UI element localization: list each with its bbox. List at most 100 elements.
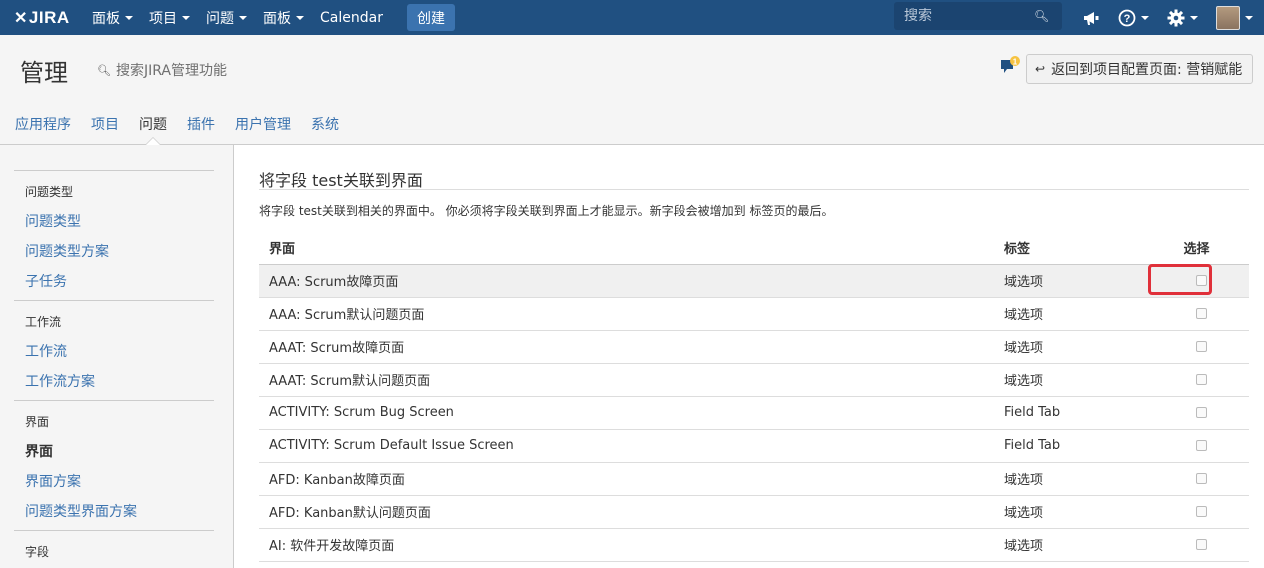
search-icon: 🔍︎: [97, 63, 111, 77]
jira-logo-text: JIRA: [28, 7, 70, 27]
chevron-down-icon: [239, 15, 247, 20]
search-icon[interactable]: 🔍︎: [1034, 9, 1049, 23]
screen-tab: 域选项: [994, 363, 1144, 397]
chevron-down-icon: [1245, 15, 1253, 20]
megaphone-icon[interactable]: [1082, 0, 1102, 35]
screen-name: AAAT: Scrum默认问题页面: [259, 363, 994, 397]
screen-tab: 域选项: [994, 528, 1144, 562]
search-input[interactable]: [894, 8, 1034, 24]
settings-menu[interactable]: [1167, 0, 1198, 35]
admin-search[interactable]: 🔍︎ 搜索JIRA管理功能: [97, 60, 227, 80]
select-checkbox[interactable]: [1196, 440, 1207, 451]
screen-name: AAA: Scrum故障页面: [259, 264, 994, 298]
tab-system[interactable]: 系统: [311, 104, 339, 144]
quick-search: 🔍︎: [894, 2, 1062, 30]
page-description: 将字段 test关联到相关的界面中。 你必须将字段关联到界面上才能显示。新字段会…: [259, 204, 834, 218]
screens-table: 界面 标签 选择 AAA: Scrum故障页面 域选项 AAA: Scrum默认…: [259, 232, 1249, 562]
nav-label: 面板: [92, 10, 120, 27]
notification-icon[interactable]: 1: [1000, 56, 1020, 74]
sidebar-item-workflow-schemes[interactable]: 工作流方案: [25, 371, 95, 391]
nav-projects[interactable]: 项目: [141, 0, 198, 35]
user-menu[interactable]: [1216, 0, 1253, 35]
select-checkbox[interactable]: [1196, 539, 1207, 550]
gear-icon: [1167, 9, 1185, 26]
sidebar-divider: [14, 400, 214, 401]
select-checkbox[interactable]: [1196, 308, 1207, 319]
sidebar-item-issue-type-screen-schemes[interactable]: 问题类型界面方案: [25, 501, 137, 521]
sidebar-item-issue-type-schemes[interactable]: 问题类型方案: [25, 241, 109, 261]
back-button-label: 返回到项目配置页面: 营销赋能: [1051, 62, 1243, 78]
back-arrow-icon: ↩: [1035, 62, 1046, 76]
nav-label: 问题: [206, 10, 234, 27]
chevron-down-icon: [1190, 15, 1198, 20]
jira-logo[interactable]: ✕ JIRA: [0, 0, 84, 35]
select-checkbox[interactable]: [1196, 506, 1207, 517]
sidebar-item-workflows[interactable]: 工作流: [25, 341, 67, 361]
admin-header: 管理 🔍︎ 搜索JIRA管理功能 1 ↩ 返回到项目配置页面: 营销赋能: [0, 35, 1264, 104]
sidebar-heading-workflows: 工作流: [25, 315, 62, 329]
admin-sidebar: 问题类型 问题类型 问题类型方案 子任务 工作流 工作流 工作流方案 界面 界面…: [0, 145, 234, 568]
select-checkbox[interactable]: [1196, 473, 1207, 484]
jira-logo-icon: ✕: [14, 9, 28, 27]
sidebar-heading-screens: 界面: [25, 415, 50, 429]
nav-issues[interactable]: 问题: [198, 0, 255, 35]
table-row: AAA: Scrum默认问题页面 域选项: [259, 297, 1249, 331]
admin-tabs: 应用程序 项目 问题 插件 用户管理 系统: [0, 104, 1264, 145]
screen-name: AI: 软件开发故障页面: [259, 528, 994, 562]
table-row: ACTIVITY: Scrum Default Issue Screen Fie…: [259, 429, 1249, 463]
tab-user-management[interactable]: 用户管理: [235, 104, 291, 144]
tab-projects[interactable]: 项目: [91, 104, 119, 144]
select-cell: [1144, 528, 1249, 562]
help-icon: ?: [1118, 9, 1136, 26]
select-checkbox[interactable]: [1196, 341, 1207, 352]
create-button[interactable]: 创建: [406, 4, 455, 31]
table-row: AAAT: Scrum故障页面 域选项: [259, 330, 1249, 364]
nav-calendar[interactable]: Calendar: [312, 0, 391, 35]
column-header-select: 选择: [1144, 232, 1249, 265]
table-row: ACTIVITY: Scrum Bug Screen Field Tab: [259, 396, 1249, 430]
screen-name: ACTIVITY: Scrum Bug Screen: [259, 396, 994, 430]
svg-text:?: ?: [1124, 13, 1131, 25]
chevron-down-icon: [1141, 15, 1149, 20]
select-checkbox[interactable]: [1196, 407, 1207, 418]
screen-tab: 域选项: [994, 297, 1144, 331]
back-to-project-config-button[interactable]: ↩ 返回到项目配置页面: 营销赋能: [1026, 54, 1254, 84]
heading-divider: [259, 189, 1249, 190]
tab-issues[interactable]: 问题: [139, 104, 167, 145]
screen-name: AAA: Scrum默认问题页面: [259, 297, 994, 331]
select-cell: [1144, 429, 1249, 463]
sidebar-heading-issue-types: 问题类型: [25, 185, 74, 199]
nav-label: 项目: [149, 10, 177, 27]
table-row: AFD: Kanban默认问题页面 域选项: [259, 495, 1249, 529]
sidebar-divider: [14, 530, 214, 531]
nav-boards[interactable]: 面板: [255, 0, 312, 35]
help-menu[interactable]: ?: [1118, 0, 1149, 35]
notification-count: 1: [1013, 57, 1018, 66]
nav-dashboards[interactable]: 面板: [84, 0, 141, 35]
top-navigation: ✕ JIRA 面板 项目 问题 面板 Calendar 创建 🔍︎ ?: [0, 0, 1264, 35]
screen-tab: 域选项: [994, 495, 1144, 529]
chevron-down-icon: [296, 15, 304, 20]
table-row: AAAT: Scrum默认问题页面 域选项: [259, 363, 1249, 397]
screen-tab: 域选项: [994, 264, 1144, 298]
select-checkbox[interactable]: [1196, 374, 1207, 385]
sidebar-item-screen-schemes[interactable]: 界面方案: [25, 471, 81, 491]
select-checkbox[interactable]: [1196, 275, 1207, 286]
sidebar-item-subtasks[interactable]: 子任务: [25, 271, 67, 291]
chevron-down-icon: [125, 15, 133, 20]
sidebar-item-screens[interactable]: 界面: [25, 441, 53, 461]
sidebar-item-issue-types[interactable]: 问题类型: [25, 211, 81, 231]
screen-name: AAAT: Scrum故障页面: [259, 330, 994, 364]
screen-name: AFD: Kanban故障页面: [259, 462, 994, 496]
screen-tab: 域选项: [994, 462, 1144, 496]
screen-name: ACTIVITY: Scrum Default Issue Screen: [259, 429, 994, 463]
nav-label: 面板: [263, 10, 291, 27]
tab-addons[interactable]: 插件: [187, 104, 215, 144]
select-cell: [1144, 462, 1249, 496]
avatar: [1216, 5, 1240, 30]
tab-applications[interactable]: 应用程序: [15, 104, 71, 144]
sidebar-divider: [14, 170, 214, 171]
table-row: AFD: Kanban故障页面 域选项: [259, 462, 1249, 496]
select-cell: [1144, 264, 1249, 298]
page-title: 管理: [20, 59, 68, 87]
